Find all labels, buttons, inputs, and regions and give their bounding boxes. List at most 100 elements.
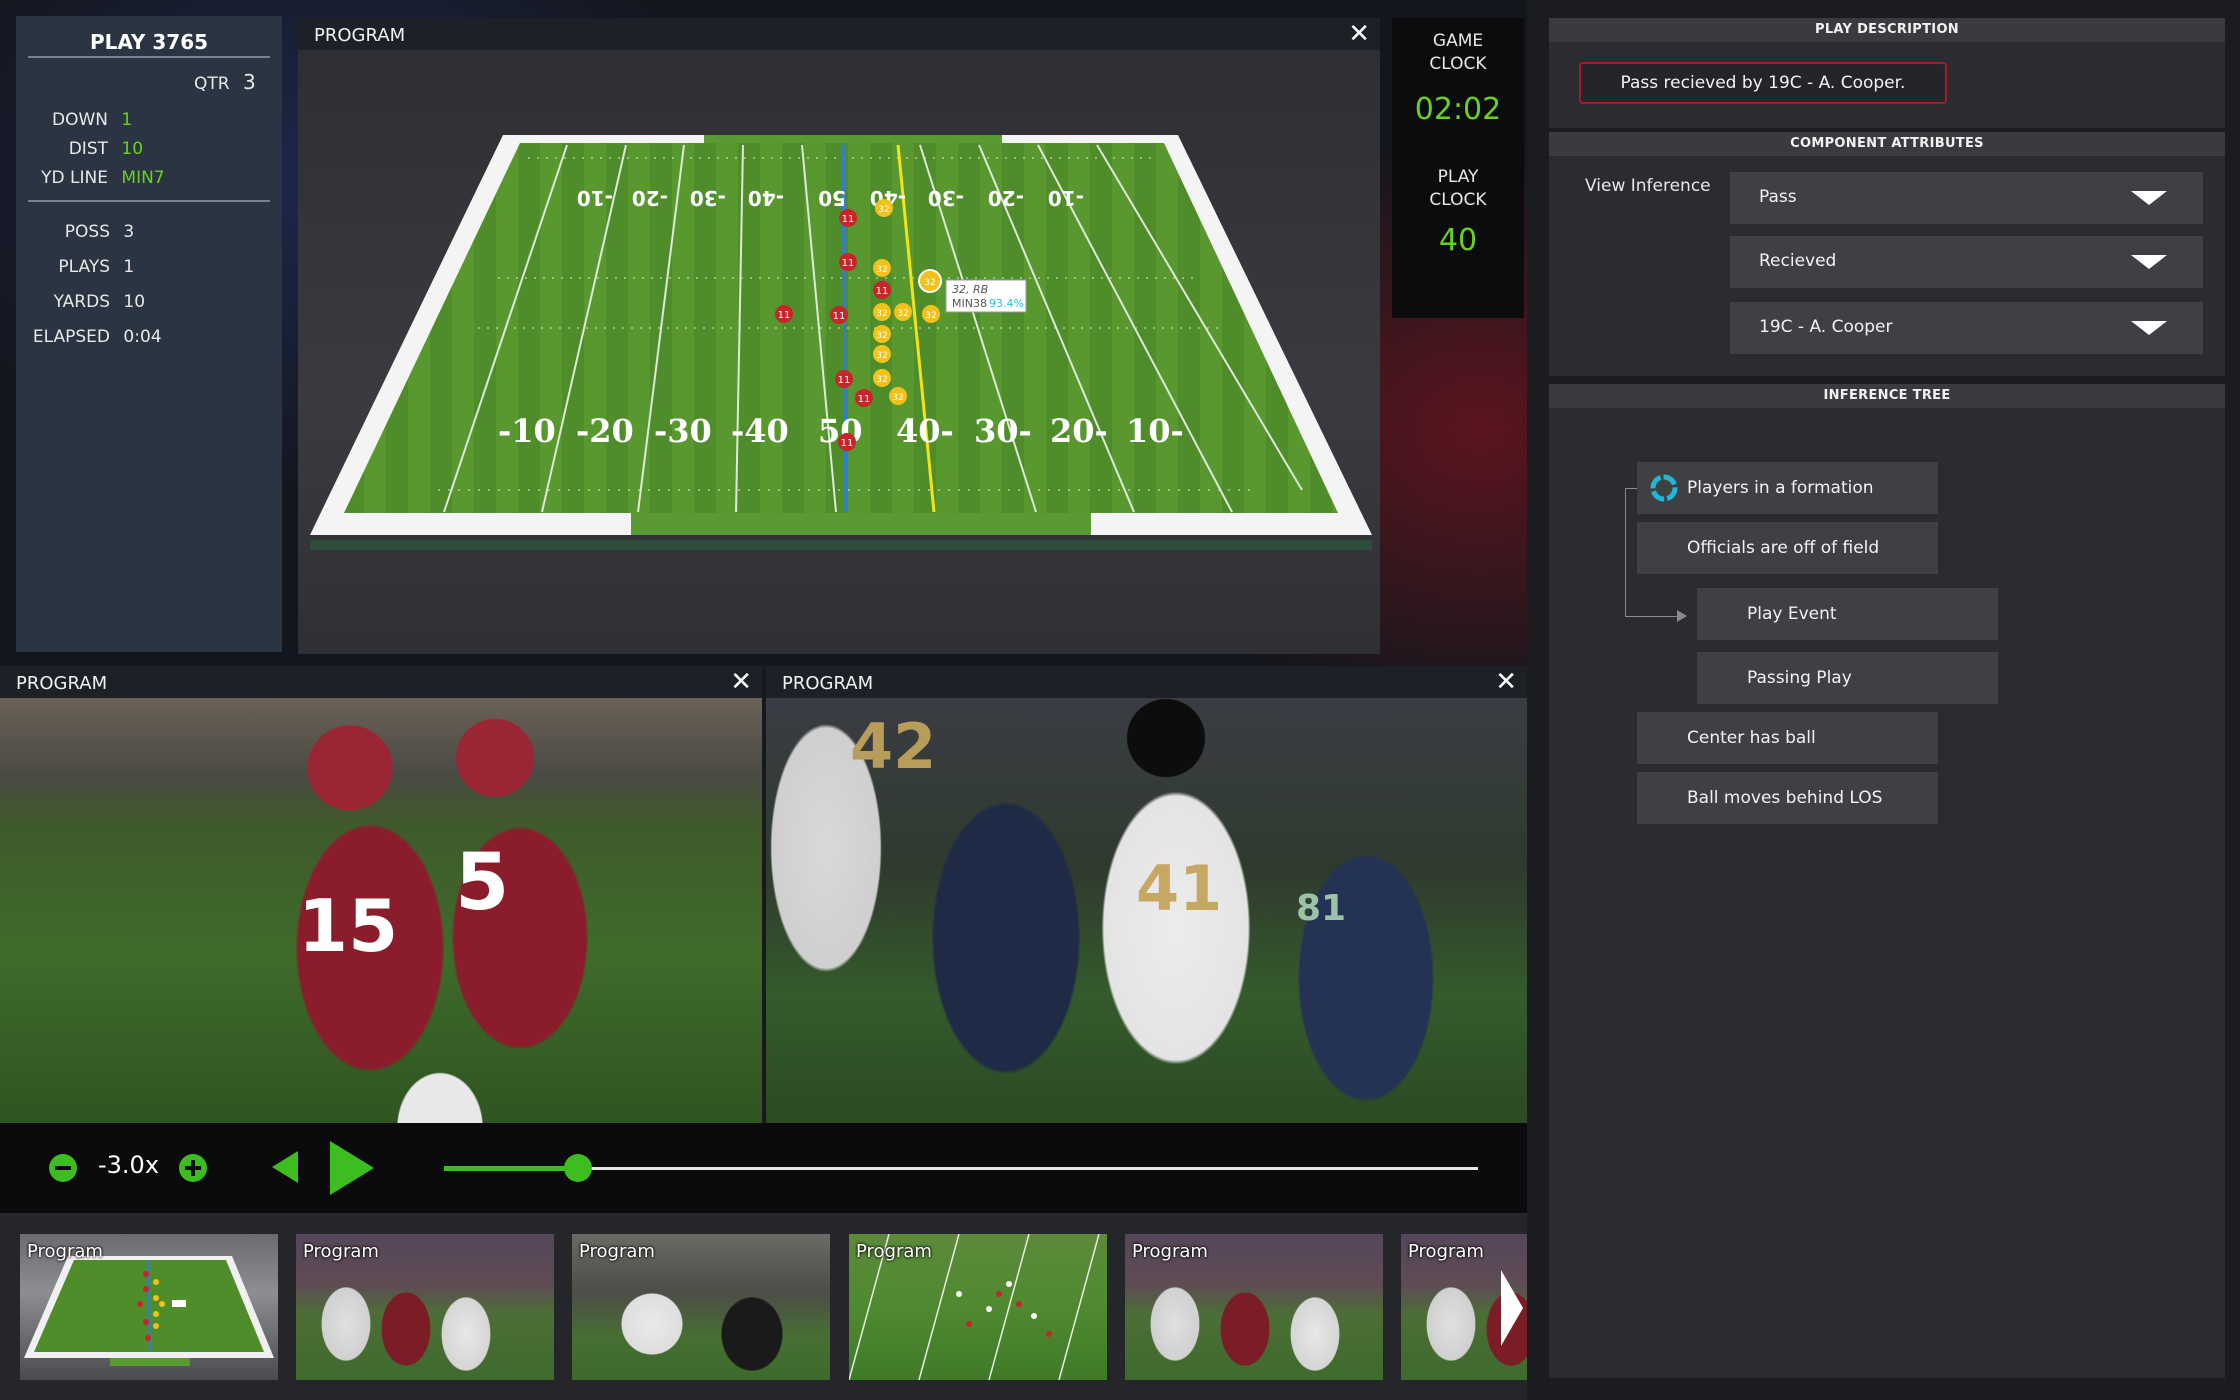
thumbnail-label: Program [1132, 1241, 1208, 1262]
game-clock-label-1: GAME [1432, 31, 1484, 51]
close-icon[interactable]: ✕ [1495, 667, 1517, 697]
tree-node-ball-behind-los[interactable]: Ball moves behind LOS [1637, 772, 1938, 824]
yards-label: YARDS [53, 292, 110, 312]
tree-node-play-event[interactable]: Play Event [1697, 588, 1998, 640]
tree-node-passing-play[interactable]: Passing Play [1697, 652, 1998, 704]
timeline-scrubber[interactable] [564, 1154, 593, 1182]
inference-type-dropdown[interactable]: Pass [1730, 172, 2203, 224]
svg-text:-30: -30 [654, 412, 712, 450]
play-icon[interactable] [328, 1139, 376, 1197]
player-marker-yellow[interactable]: 32 [894, 303, 912, 321]
component-attributes-panel: COMPONENT ATTRIBUTES View Inference Pass… [1549, 132, 2225, 376]
thumbnail-item[interactable]: Program [1401, 1234, 1527, 1380]
svg-text:32: 32 [876, 375, 887, 385]
svg-text:32: 32 [876, 331, 887, 341]
player-marker-red[interactable]: 11 [838, 433, 856, 451]
player-marker-yellow[interactable]: 32 [875, 199, 893, 217]
panel-header: COMPONENT ATTRIBUTES [1549, 132, 2225, 156]
player-marker-red[interactable]: 11 [839, 209, 857, 227]
player-marker-yellow[interactable]: 32 [873, 369, 891, 387]
player-marker-red[interactable]: 11 [839, 253, 857, 271]
divider [28, 56, 270, 58]
field-base [310, 540, 1372, 550]
thumbnail-item[interactable]: Program [849, 1234, 1107, 1380]
play-clock-label-2: CLOCK [1429, 190, 1487, 210]
svg-text:20-: 20- [1050, 412, 1108, 450]
player-marker-yellow[interactable]: 32 [873, 325, 891, 343]
down-label: DOWN [52, 110, 108, 130]
thumbnail-item[interactable]: Program [20, 1234, 278, 1380]
rewind-icon[interactable] [270, 1149, 300, 1185]
player-marker-yellow[interactable]: 32 [873, 303, 891, 321]
player-marker-red[interactable]: 11 [775, 305, 793, 323]
player-marker-yellow[interactable]: 32 [889, 387, 907, 405]
panel-title: PROGRAM [16, 673, 108, 694]
player-marker-yellow[interactable]: 32 [922, 305, 940, 323]
program-camera-right: PROGRAM ✕ 42 41 81 [766, 666, 1527, 1123]
thumbnail-label: Program [303, 1241, 379, 1262]
far-yard-numbers: -10 -20 -30 -40 50 -40 -30 -20 -10 [577, 186, 1084, 210]
inference-player-dropdown[interactable]: 19C - A. Cooper [1730, 302, 2203, 354]
field-3d-view[interactable]: -10 -20 -30 -40 50 -40 -30 -20 -10 -10 -… [298, 50, 1380, 654]
plays-row: PLAYS 1 [16, 257, 134, 277]
minus-circle-icon[interactable] [48, 1153, 78, 1183]
svg-text:32: 32 [876, 351, 887, 361]
thumbnail-item[interactable]: Program [1125, 1234, 1383, 1380]
tree-node-officials[interactable]: Officials are off of field [1637, 522, 1938, 574]
playback-speed: -3.0x [98, 1151, 160, 1179]
svg-text:50: 50 [818, 186, 846, 210]
thumbnail-label: Program [27, 1241, 103, 1262]
dropdown-value: Recieved [1759, 251, 1837, 271]
timeline-progress [444, 1166, 579, 1171]
player-marker-yellow[interactable]: 32 [873, 345, 891, 363]
panel-header: PROGRAM ✕ [298, 18, 1380, 50]
close-icon[interactable]: ✕ [1348, 19, 1370, 49]
player-marker-selected[interactable]: 32 [918, 269, 942, 293]
jersey-number: 81 [1296, 888, 1347, 929]
ydline-label: YD LINE [41, 168, 108, 188]
svg-text:-40: -40 [748, 186, 784, 210]
svg-text:32: 32 [876, 265, 887, 275]
divider [28, 200, 270, 202]
svg-text:11: 11 [833, 311, 846, 322]
view-inference-label: View Inference [1585, 176, 1711, 196]
timeline-track[interactable] [444, 1167, 1478, 1170]
camera-feed-image[interactable]: 15 5 [0, 698, 762, 1123]
tree-node-center-ball[interactable]: Center has ball [1637, 712, 1938, 764]
close-icon[interactable]: ✕ [730, 667, 752, 697]
dist-label: DIST [68, 139, 108, 159]
inference-action-dropdown[interactable]: Recieved [1730, 236, 2203, 288]
qtr-row: QTR 3 [194, 70, 256, 94]
camera-feed-image[interactable]: 42 41 81 [766, 698, 1527, 1123]
plus-circle-icon[interactable] [178, 1153, 208, 1183]
play-stats-panel: PLAY 3765 QTR 3 DOWN 1 DIST 10 YD LINE M… [16, 16, 282, 652]
svg-text:32: 32 [897, 309, 908, 319]
player-marker-yellow[interactable]: 32 [873, 259, 891, 277]
down-row: DOWN 1 [16, 110, 132, 130]
player-marker-red[interactable]: 11 [830, 306, 848, 324]
tree-node-players-formation[interactable]: Players in a formation [1637, 462, 1938, 514]
thumbnail-item[interactable]: Program [296, 1234, 554, 1380]
svg-text:32: 32 [876, 309, 887, 319]
chevron-right-icon[interactable] [1497, 1268, 1525, 1348]
tree-node-label: Play Event [1747, 604, 1837, 624]
panel-title: PROGRAM [314, 25, 406, 46]
svg-text:11: 11 [778, 310, 791, 321]
tree-node-label: Players in a formation [1687, 478, 1874, 498]
player-marker-red[interactable]: 11 [873, 281, 891, 299]
jersey-number: 15 [298, 884, 399, 968]
svg-text:-10: -10 [577, 186, 613, 210]
svg-text:11: 11 [841, 438, 854, 449]
play-clock-value: 40 [1438, 223, 1478, 258]
svg-text:32: 32 [924, 278, 935, 288]
tree-arrow-icon [1677, 610, 1687, 622]
poss-label: POSS [64, 222, 110, 242]
thumbnail-item[interactable]: Program [572, 1234, 830, 1380]
player-marker-red[interactable]: 11 [835, 370, 853, 388]
dist-value: 10 [121, 139, 144, 159]
svg-text:-20: -20 [576, 412, 634, 450]
qtr-label: QTR [194, 74, 230, 94]
jersey-number: 5 [455, 838, 510, 928]
player-marker-red[interactable]: 11 [855, 389, 873, 407]
svg-text:32: 32 [925, 311, 936, 321]
